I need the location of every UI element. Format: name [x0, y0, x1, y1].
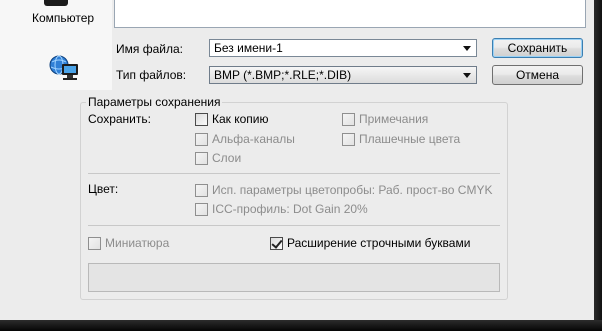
- save-button[interactable]: Сохранить: [492, 38, 583, 58]
- icc-box[interactable]: [195, 203, 208, 216]
- file-name-label: Имя файла:: [116, 42, 183, 56]
- save-subgroup-label: Сохранить:: [88, 112, 151, 126]
- layers-box[interactable]: [195, 152, 208, 165]
- as-copy-box[interactable]: [195, 113, 208, 126]
- separator: [88, 225, 500, 226]
- as-copy-label[interactable]: Как копию: [212, 112, 269, 126]
- proof-label[interactable]: Исп. параметры цветопробы: Раб. прост-во…: [212, 183, 492, 197]
- file-name-value[interactable]: Без имени-1: [214, 41, 283, 55]
- file-list-area[interactable]: [114, 0, 586, 28]
- places-computer-label[interactable]: Компьютер: [32, 11, 94, 25]
- chevron-down-icon[interactable]: [463, 73, 471, 78]
- lowercase-extension-label[interactable]: Расширение строчными буквами: [287, 236, 470, 250]
- warning-message-area: [88, 263, 500, 292]
- proof-setup-checkbox[interactable]: Исп. параметры цветопробы: Раб. прост-во…: [195, 183, 500, 198]
- color-subgroup-label: Цвет:: [88, 182, 119, 196]
- computer-icon[interactable]: [44, 0, 68, 6]
- alpha-box[interactable]: [195, 133, 208, 146]
- window-frame-bottom: [0, 320, 602, 331]
- window-frame-right: [594, 0, 602, 322]
- separator: [88, 173, 500, 174]
- thumbnail-box[interactable]: [88, 237, 101, 250]
- notes-box[interactable]: [342, 113, 355, 126]
- spot-label[interactable]: Плашечные цвета: [359, 132, 460, 146]
- cancel-button[interactable]: Отмена: [492, 65, 583, 85]
- file-name-field[interactable]: Без имени-1: [209, 39, 477, 57]
- save-as-dialog: Компьютер Имя файла: Без имени-1 Тип фай…: [0, 0, 600, 320]
- file-type-label: Тип файлов:: [116, 68, 187, 82]
- notes-checkbox[interactable]: Примечания: [342, 112, 482, 127]
- notes-label[interactable]: Примечания: [359, 112, 428, 126]
- file-type-value[interactable]: BMP (*.BMP;*.RLE;*.DIB): [214, 68, 351, 82]
- file-type-select[interactable]: BMP (*.BMP;*.RLE;*.DIB): [209, 66, 477, 84]
- icc-profile-checkbox[interactable]: ICC-профиль: Dot Gain 20%: [195, 202, 395, 217]
- alpha-channels-checkbox[interactable]: Альфа-каналы: [195, 132, 325, 147]
- layers-checkbox[interactable]: Слои: [195, 151, 295, 166]
- places-sidebar: Компьютер: [0, 0, 112, 90]
- save-options-title: Параметры сохранения: [86, 95, 223, 109]
- icc-label[interactable]: ICC-профиль: Dot Gain 20%: [212, 202, 368, 216]
- chevron-down-icon[interactable]: [463, 46, 471, 51]
- network-icon[interactable]: [48, 54, 82, 82]
- thumbnail-checkbox[interactable]: Миниатюра: [88, 236, 198, 251]
- proof-box[interactable]: [195, 184, 208, 197]
- spot-box[interactable]: [342, 133, 355, 146]
- lowercase-extension-checkbox[interactable]: Расширение строчными буквами: [270, 236, 495, 251]
- spot-colors-checkbox[interactable]: Плашечные цвета: [342, 132, 492, 147]
- as-copy-checkbox[interactable]: Как копию: [195, 112, 325, 127]
- layers-label[interactable]: Слои: [212, 151, 241, 165]
- lowercase-extension-box[interactable]: [270, 237, 283, 250]
- alpha-label[interactable]: Альфа-каналы: [212, 132, 295, 146]
- thumbnail-label[interactable]: Миниатюра: [105, 236, 169, 250]
